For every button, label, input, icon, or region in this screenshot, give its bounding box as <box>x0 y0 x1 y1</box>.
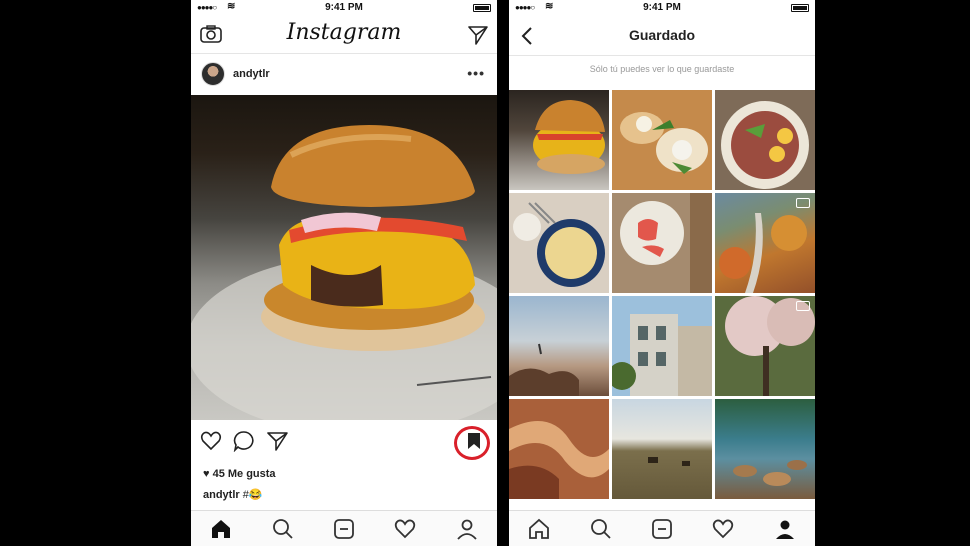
saved-header: Guardado <box>509 16 815 56</box>
saved-post-toast-eggs[interactable] <box>612 90 712 190</box>
post-image[interactable] <box>191 95 497 420</box>
saved-screen: ●●●●○ ≋ 9:41 PM Guardado Sólo tú puedes … <box>509 0 815 546</box>
saved-post-porridge[interactable] <box>509 193 609 293</box>
caption-username[interactable]: andytlr <box>203 489 240 501</box>
home-icon[interactable] <box>527 517 551 541</box>
saved-thumb-art <box>648 457 690 466</box>
saved-post-victorian-houses[interactable] <box>612 296 712 396</box>
post-caption: andytlr #😂 <box>203 488 263 501</box>
home-icon[interactable] <box>209 517 233 541</box>
bookmark-icon[interactable] <box>467 432 481 450</box>
saved-grid <box>509 90 815 510</box>
saved-post-salmon[interactable] <box>612 193 712 293</box>
share-icon[interactable] <box>267 430 289 452</box>
status-bar: ●●●●○ ≋ 9:41 PM <box>509 0 815 16</box>
avatar[interactable] <box>201 62 225 86</box>
saved-post-egg-salad[interactable] <box>715 90 815 190</box>
search-icon[interactable] <box>271 517 295 541</box>
burger-photo <box>191 125 497 420</box>
saved-thumb-art <box>733 460 807 486</box>
saved-thumb-art <box>725 296 815 396</box>
saved-post-aerial-autumn-video[interactable] <box>715 193 815 293</box>
status-bar: ●●●●○ ≋ 9:41 PM <box>191 0 497 16</box>
tab-bar <box>191 510 497 546</box>
more-options-button[interactable]: ••• <box>467 65 485 81</box>
battery-icon <box>791 4 809 12</box>
saved-post-lake-rocks[interactable] <box>715 399 815 499</box>
privacy-note: Sólo tú puedes ver lo que guardaste <box>589 64 735 74</box>
video-icon <box>796 198 810 208</box>
tab-bar <box>509 510 815 546</box>
search-icon[interactable] <box>589 517 613 541</box>
saved-thumb-art <box>620 193 712 293</box>
battery-icon <box>473 4 491 12</box>
saved-thumb-art <box>513 202 605 287</box>
video-icon <box>796 301 810 311</box>
saved-post-grassland-animals[interactable] <box>612 399 712 499</box>
saved-thumb-art <box>612 314 712 396</box>
heart-icon[interactable] <box>200 430 222 452</box>
camera-tab-icon[interactable] <box>650 517 674 541</box>
page-title: Guardado <box>628 27 696 43</box>
saved-post-blossom-tree-video[interactable] <box>715 296 815 396</box>
profile-icon[interactable] <box>773 517 797 541</box>
activity-icon[interactable] <box>711 517 735 541</box>
post-username[interactable]: andytlr <box>233 68 270 80</box>
saved-thumb-art <box>719 213 807 293</box>
profile-icon[interactable] <box>455 517 479 541</box>
saved-thumb-art <box>509 343 579 396</box>
saved-post-beach-cliffs[interactable] <box>509 296 609 396</box>
saved-thumb-art <box>533 100 605 174</box>
post-author: andytlr ••• <box>191 58 497 90</box>
saved-post-slot-canyon[interactable] <box>509 399 609 499</box>
instagram-logo: Instagram <box>286 20 402 45</box>
comment-icon[interactable] <box>233 430 255 452</box>
post-actions <box>191 424 497 460</box>
saved-thumb-art <box>721 101 809 189</box>
activity-icon[interactable] <box>393 517 417 541</box>
status-time: 9:41 PM <box>643 2 681 13</box>
feed-screen: ●●●●○ ≋ 9:41 PM Instagram andytlr ••• ♥ … <box>191 0 497 546</box>
camera-tab-icon[interactable] <box>332 517 356 541</box>
saved-post-burger[interactable] <box>509 90 609 190</box>
status-time: 9:41 PM <box>325 2 363 13</box>
feed-header: Instagram <box>191 16 497 54</box>
caption-text: #😂 <box>239 489 263 501</box>
saved-thumb-art <box>509 421 609 499</box>
saved-thumb-art <box>620 112 708 174</box>
direct-icon[interactable] <box>468 25 488 45</box>
likes-count[interactable]: ♥ 45 Me gusta <box>203 468 276 480</box>
